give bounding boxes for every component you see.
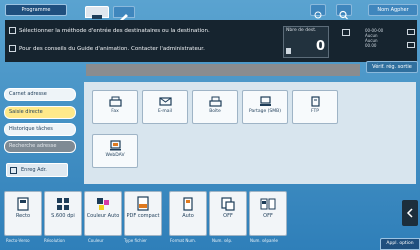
fkey-caption: Num. séparée	[250, 238, 278, 243]
scroll-right-button[interactable]	[402, 200, 418, 226]
fax-icon	[108, 96, 122, 107]
tile-webdav[interactable]: WebDAV	[92, 134, 138, 168]
function-keys: Recto S.600 dpi Couleur Auto PDF compact…	[4, 191, 399, 237]
search-icon	[339, 10, 348, 20]
destination-count-box: Nbre de dest. 0	[283, 26, 329, 58]
info-icon	[9, 27, 16, 34]
pc-smb-icon	[259, 96, 272, 107]
arrow-left-icon	[406, 208, 413, 218]
destination-count-label: Nbre de dest.	[286, 28, 317, 33]
keyboard-icon[interactable]	[342, 29, 350, 36]
check-settings-button[interactable]: Vérif. rég. sortie	[366, 61, 418, 73]
register-address-button[interactable]: Enreg Adr.	[6, 163, 68, 177]
fkey-file-type[interactable]: PDF compact	[124, 191, 162, 236]
tile-pc-smb[interactable]: Partage (SMB)	[242, 90, 288, 124]
message-line-2: Pour des conseils du Guide d'animation. …	[19, 46, 205, 52]
toner-icon	[407, 29, 415, 35]
destination-strip	[86, 64, 360, 76]
status-readout: 00-00-00 Aucun Aucun 00.00	[365, 28, 384, 48]
separate-icon	[220, 196, 236, 212]
scan-size-icon	[180, 196, 196, 212]
tile-label: E-mail	[157, 109, 173, 114]
apply-option-button[interactable]: Appl. option	[380, 238, 420, 250]
register-icon	[10, 167, 17, 174]
register-address-label: Enreg Adr.	[21, 167, 47, 173]
destination-count-value: 0	[315, 39, 325, 54]
tile-label: Fax	[111, 109, 119, 114]
tile-fax[interactable]: Fax	[92, 90, 138, 124]
recto-icon	[15, 196, 31, 212]
fkey-value: OFF	[263, 213, 273, 219]
separate-pages-icon	[260, 196, 276, 212]
tile-ftp[interactable]: FTP	[292, 90, 338, 124]
message-line-1: Sélectionner la méthode d'entrée des des…	[19, 28, 210, 34]
fkey-caption: Résolution	[44, 238, 65, 243]
sidebar-item-address-search[interactable]: Recherche adresse	[4, 140, 76, 153]
top-bar: Programme Nom Agpher	[0, 0, 420, 21]
webdav-icon	[109, 140, 122, 151]
pdf-icon	[135, 196, 151, 212]
fkey-value: PDF compact	[126, 213, 160, 219]
fkey-caption: Format Num.	[170, 238, 197, 243]
user-button[interactable]: Nom Agpher	[368, 4, 418, 16]
fkey-resolution[interactable]: S.600 dpi	[44, 191, 82, 236]
fkey-caption: Type fichier	[124, 238, 147, 243]
search-button[interactable]	[336, 4, 352, 20]
destination-type-panel: Fax E-mail Boîte Partage (SMB) FTP WebDA…	[84, 82, 416, 184]
email-icon	[158, 96, 172, 107]
fkey-scan-size[interactable]: Auto	[169, 191, 207, 236]
fkey-caption: Couleur	[88, 238, 104, 243]
fkey-separate-pages[interactable]: OFF	[249, 191, 287, 236]
resolution-icon	[55, 196, 71, 212]
fkey-duplex[interactable]: Recto	[4, 191, 42, 236]
sidebar-item-job-history[interactable]: Historique tâches	[4, 123, 76, 136]
color-icon	[95, 196, 111, 212]
list-icon	[286, 48, 291, 54]
sidebar-item-address-book[interactable]: Carnet adresse	[4, 88, 76, 101]
fkey-value: OFF	[223, 213, 233, 219]
box-icon	[208, 96, 222, 107]
tile-box[interactable]: Boîte	[192, 90, 238, 124]
fkey-caption: Num. sép.	[212, 238, 233, 243]
fkey-value: S.600 dpi	[51, 213, 75, 219]
sidebar-item-direct-input[interactable]: Saisie directe	[4, 106, 76, 119]
tile-label: WebDAV	[105, 153, 125, 158]
fkey-value: Recto	[15, 213, 31, 219]
tab-box[interactable]	[113, 6, 135, 21]
fkey-caption: Recto-Verso	[6, 238, 30, 243]
tray-icon	[407, 42, 415, 48]
fkey-color[interactable]: Couleur Auto	[84, 191, 122, 236]
fkey-separate-scan[interactable]: OFF	[209, 191, 247, 236]
program-button[interactable]: Programme	[5, 4, 67, 16]
tile-label: Partage (SMB)	[248, 109, 282, 114]
message-panel: Sélectionner la méthode d'entrée des des…	[5, 20, 417, 62]
tile-email[interactable]: E-mail	[142, 90, 188, 124]
fkey-value: Auto	[182, 213, 194, 219]
tile-label: FTP	[311, 109, 319, 114]
tab-scan-fax[interactable]	[85, 6, 109, 19]
tile-label: Boîte	[209, 109, 221, 114]
ftp-icon	[309, 96, 322, 107]
fkey-value: Couleur Auto	[86, 213, 120, 219]
accessibility-button[interactable]	[310, 4, 326, 19]
accessibility-icon	[314, 11, 322, 19]
help-icon	[9, 45, 16, 52]
